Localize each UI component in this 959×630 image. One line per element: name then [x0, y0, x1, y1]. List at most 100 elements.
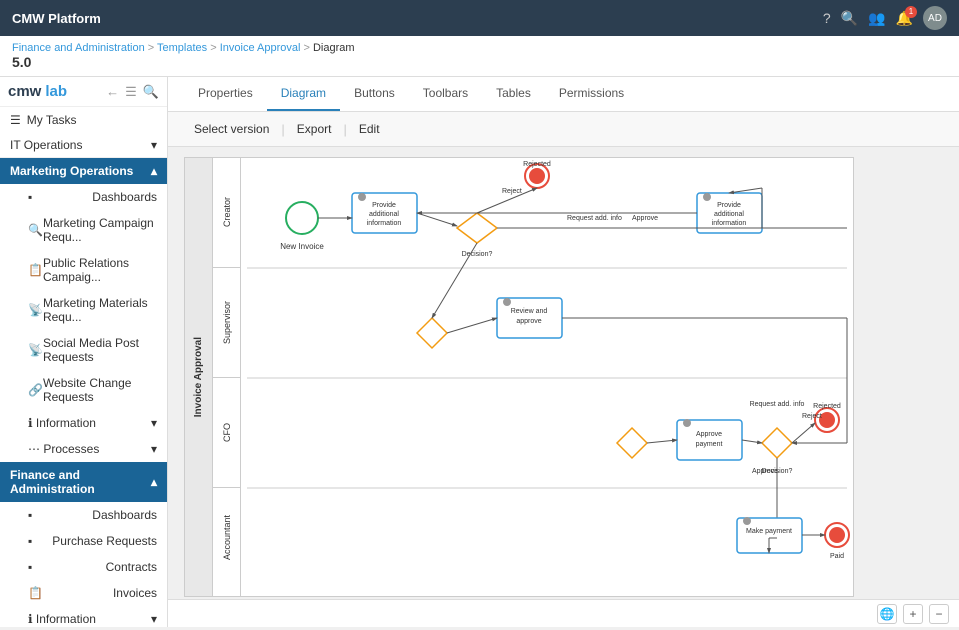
sidebar-item-mkt-materials[interactable]: 📡 Marketing Materials Requ...: [0, 290, 167, 330]
person-icon3: [503, 298, 511, 306]
search-icon[interactable]: 🔍: [841, 10, 858, 27]
node-decision1: [457, 213, 497, 243]
sidebar-top-icons: ← ☰ 🔍: [106, 84, 159, 100]
breadcrumb-templates[interactable]: Templates: [157, 42, 207, 54]
help-icon[interactable]: ?: [823, 10, 831, 26]
sidebar-section-finance[interactable]: Finance and Administration ▴: [0, 462, 167, 502]
swimlane-cfo: CFO: [213, 378, 240, 488]
node-rejected1-inner: [529, 168, 545, 184]
diagram-svg: New Invoice Provide additional informati…: [241, 158, 853, 588]
diagram-area: Invoice Approval Creator Supervisor CFO: [168, 147, 959, 599]
top-nav: CMW Platform ? 🔍 👥 🔔 1 AD: [0, 0, 959, 36]
zoom-out-btn[interactable]: −: [929, 604, 949, 624]
nav-icons: ? 🔍 👥 🔔 1 AD: [823, 6, 947, 30]
tab-tables[interactable]: Tables: [482, 77, 545, 111]
sidebar-logo: cmw lab: [8, 83, 67, 100]
sidebar-item-pr[interactable]: 📋 Public Relations Campaig...: [0, 250, 167, 290]
info-fin-label: ℹ Information: [28, 612, 96, 626]
diagram-title-bar: Invoice Approval: [185, 158, 213, 596]
sidebar-item-social[interactable]: 📡 Social Media Post Requests: [0, 330, 167, 370]
info-mkt-label: ℹ Information: [28, 416, 96, 430]
tab-toolbars[interactable]: Toolbars: [409, 77, 482, 111]
sidebar-item-invoices[interactable]: 📋 Invoices: [0, 580, 167, 606]
sep2: |: [341, 122, 348, 137]
proc-mkt-label: ⋯ Processes: [28, 442, 99, 456]
breadcrumb-invoice[interactable]: Invoice Approval: [220, 42, 301, 54]
accountant-label: Accountant: [222, 515, 232, 560]
label-approve: Approve: [632, 215, 658, 222]
website-label: Website Change Requests: [43, 376, 157, 404]
info-mkt-arrow: ▾: [151, 416, 157, 430]
swimlane-labels: Creator Supervisor CFO Accountant: [213, 158, 241, 596]
provide-info2-line3: information: [712, 220, 747, 227]
app-title: CMW Platform: [12, 11, 101, 26]
dash-label: Dashboards: [92, 190, 157, 204]
sidebar-item-mkt-campaign[interactable]: 🔍 Marketing Campaign Requ...: [0, 210, 167, 250]
swimlane-accountant: Accountant: [213, 488, 240, 588]
sidebar-item-processes-mkt[interactable]: ⋯ Processes ▾: [0, 436, 167, 462]
paid-label: Paid: [830, 553, 844, 560]
label-req-add-info-cfo: Request add. info: [750, 401, 805, 408]
marketing-section-label: Marketing Operations: [10, 164, 133, 178]
content-area: Properties Diagram Buttons Toolbars Tabl…: [168, 77, 959, 627]
zoom-globe-btn[interactable]: 🌐: [877, 604, 897, 624]
website-icon: 🔗: [28, 383, 43, 397]
diagram-container: Invoice Approval Creator Supervisor CFO: [184, 157, 854, 597]
select-version-btn[interactable]: Select version: [184, 118, 279, 140]
tab-diagram[interactable]: Diagram: [267, 77, 340, 111]
social-label: Social Media Post Requests: [43, 336, 157, 364]
node-new-invoice-label: New Invoice: [280, 242, 324, 251]
supervisor-label: Supervisor: [222, 301, 232, 344]
arrow-approve-to-decision-cfo: [742, 440, 762, 443]
arrow-provide-to-decision: [417, 213, 457, 226]
info-fin-arrow: ▾: [151, 612, 157, 626]
sidebar-item-dashboards-fin[interactable]: ▪ Dashboards: [0, 502, 167, 528]
sidebar-back-icon[interactable]: ←: [106, 84, 119, 100]
proc-mkt-arrow: ▾: [151, 442, 157, 456]
dash-fin-icon: ▪: [28, 508, 32, 522]
swimlane-creator: Creator: [213, 158, 240, 268]
sidebar-item-contracts[interactable]: ▪ Contracts: [0, 554, 167, 580]
invoices-label: Invoices: [113, 586, 157, 600]
arrow-gw-cfo-to-approve: [647, 440, 677, 443]
users-icon[interactable]: 👥: [868, 10, 885, 27]
tab-buttons[interactable]: Buttons: [340, 77, 409, 111]
sep1: |: [279, 122, 286, 137]
pr-icon: 📋: [28, 263, 43, 277]
provide-info2-line2: additional: [714, 211, 744, 218]
person-icon5: [743, 517, 751, 525]
tab-properties[interactable]: Properties: [184, 77, 267, 111]
mkt-materials-label: Marketing Materials Requ...: [43, 296, 157, 324]
user-avatar[interactable]: AD: [923, 6, 947, 30]
tabs-bar: Properties Diagram Buttons Toolbars Tabl…: [168, 77, 959, 112]
invoices-icon: 📋: [28, 586, 43, 600]
sidebar-item-website[interactable]: 🔗 Website Change Requests: [0, 370, 167, 410]
node-paid-inner: [829, 527, 845, 543]
sidebar-section-it[interactable]: IT Operations ▾: [0, 133, 167, 158]
mkt-materials-icon: 📡: [28, 303, 43, 317]
provide-info1-line2: additional: [369, 211, 399, 218]
finance-section-arrow: ▴: [151, 475, 157, 489]
sidebar-item-info-fin[interactable]: ℹ Information ▾: [0, 606, 167, 627]
edit-btn[interactable]: Edit: [349, 118, 390, 140]
finance-section-label: Finance and Administration: [10, 468, 151, 496]
sidebar-search-icon[interactable]: 🔍: [143, 84, 159, 100]
notif-badge: 1: [905, 6, 917, 18]
sidebar-menu-icon[interactable]: ☰: [125, 84, 137, 100]
export-btn[interactable]: Export: [287, 118, 342, 140]
bell-icon[interactable]: 🔔 1: [896, 10, 913, 27]
sidebar-item-dashboards-mkt[interactable]: ▪ Dashboards: [0, 184, 167, 210]
tab-permissions[interactable]: Permissions: [545, 77, 638, 111]
sidebar-section-marketing[interactable]: Marketing Operations ▴: [0, 158, 167, 184]
sidebar-my-tasks[interactable]: ☰ My Tasks: [0, 107, 167, 133]
arrow-decision-cfo-reject: [792, 423, 815, 443]
pr-label: Public Relations Campaig...: [43, 256, 157, 284]
purchase-icon: ▪: [28, 534, 32, 548]
sidebar-item-purchase[interactable]: ▪ Purchase Requests: [0, 528, 167, 554]
page-version: 5.0: [12, 54, 947, 70]
breadcrumb-finance[interactable]: Finance and Administration: [12, 42, 145, 54]
contracts-icon: ▪: [28, 560, 32, 574]
sidebar-item-info-mkt[interactable]: ℹ Information ▾: [0, 410, 167, 436]
swimlane-supervisor: Supervisor: [213, 268, 240, 378]
zoom-in-btn[interactable]: +: [903, 604, 923, 624]
